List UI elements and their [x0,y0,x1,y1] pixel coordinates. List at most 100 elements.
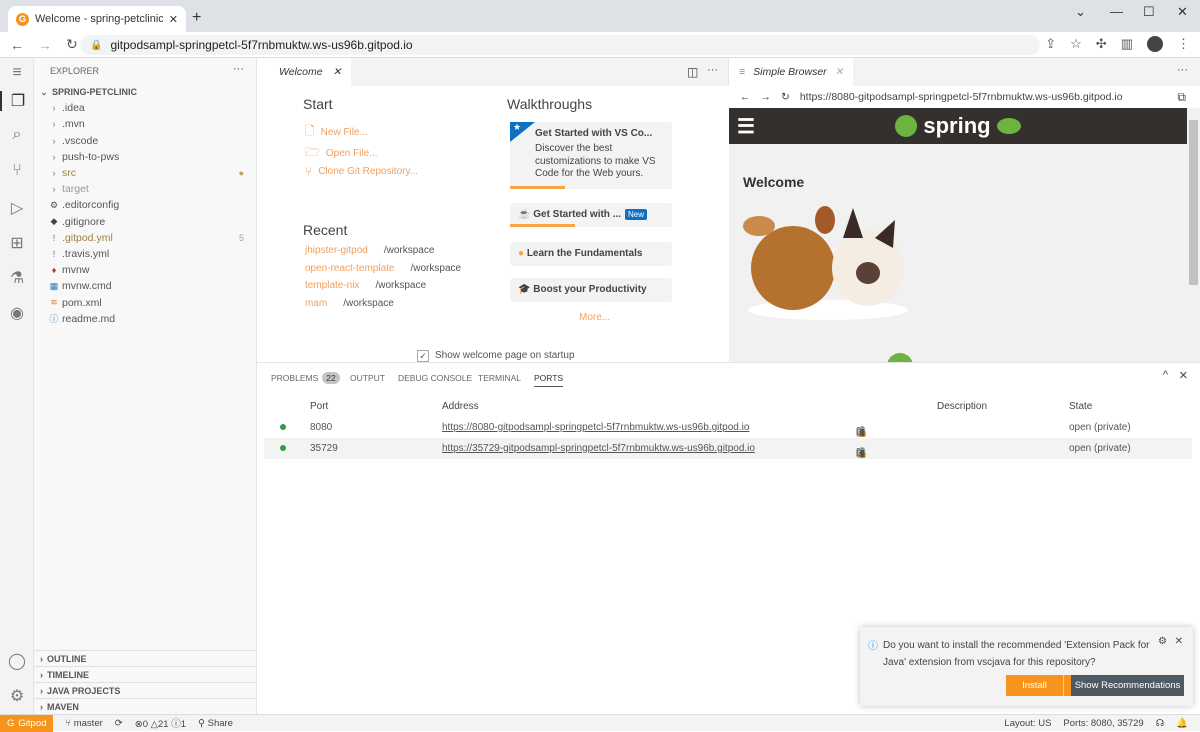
minimize-button[interactable]: — [1110,4,1123,19]
gitpod-button[interactable]: G Gitpod [0,714,54,732]
tab-simple-browser[interactable]: ≡ Simple Browser ✕ [729,58,854,86]
maximize-panel-icon[interactable]: ^ [1163,369,1168,381]
github-icon[interactable]: ◉ [0,303,34,323]
more-actions-icon[interactable]: ··· [1177,64,1188,76]
section-java-projects[interactable]: › JAVA PROJECTS [34,682,257,698]
more-actions-icon[interactable]: ··· [707,64,718,76]
reload-icon[interactable]: ↻ [781,91,790,103]
share-icon[interactable]: ⇪ [1045,36,1056,52]
section-outline[interactable]: › OUTLINE [34,650,257,666]
close-tab-icon[interactable]: ✕ [169,13,178,26]
more-actions-icon[interactable]: ··· [233,63,244,75]
tree-item[interactable]: › target [34,181,256,197]
simple-browser-url[interactable]: https://8080-gitpodsampl-springpetcl-5f7… [800,91,1123,103]
recent-item[interactable]: mam/workspace [305,298,394,309]
close-icon[interactable]: ✕ [333,66,342,78]
bookmark-star-icon[interactable]: ☆ [1070,36,1082,52]
show-on-startup[interactable]: ✓ Show welcome page on startup [417,350,575,362]
port-address-link[interactable]: https://35729-gitpodsampl-springpetcl-5f… [442,443,755,454]
forward-icon[interactable]: → [38,37,52,53]
tab-welcome[interactable]: Welcome ✕ [257,58,352,86]
checkbox-checked-icon[interactable]: ✓ [417,350,429,362]
tree-item[interactable]: › src ● [34,165,256,181]
problems-item[interactable]: ⊗0 △21 ⓘ1 [135,716,186,730]
explorer-icon[interactable]: ❐ [0,91,34,111]
url-bar[interactable]: 🔒 gitpodsampl-springpetcl-5f7rnbmuktw.ws… [80,35,1040,55]
extensions-puzzle-icon[interactable]: ✣ [1096,36,1107,52]
reload-icon[interactable]: ↻ [66,36,78,53]
notifications-bell-icon[interactable]: 🔔 [1176,718,1188,729]
recent-item[interactable]: template-nix/workspace [305,280,426,291]
walkthrough-productivity[interactable]: 🎓 Boost your Productivity [510,278,672,302]
tree-item[interactable]: › push-to-pws [34,149,256,165]
side-panel-icon[interactable]: ▥ [1121,36,1133,52]
tab-ports[interactable]: PORTS [534,373,564,387]
recent-item[interactable]: jhipster-gitpod/workspace [305,245,434,256]
search-icon[interactable]: ⌕ [0,126,34,144]
branch-item[interactable]: ⑂ master [65,718,102,729]
tree-item[interactable]: › .mvn [34,116,256,132]
split-editor-icon[interactable]: ◫ [687,65,698,79]
tab-problems[interactable]: PROBLEMS 22 [271,372,340,384]
keyboard-layout[interactable]: Layout: US [1004,718,1051,729]
profile-avatar[interactable] [1147,36,1163,52]
close-icon[interactable]: ✕ [835,66,844,78]
tree-item[interactable]: ⚙ .editorconfig [34,197,256,213]
forward-icon[interactable]: → [761,91,772,103]
close-icon[interactable]: ✕ [1175,636,1183,647]
port-row[interactable]: 8080 https://8080-gitpodsampl-springpetcl… [264,417,1192,438]
globe-icon[interactable]: ⊕ [856,448,868,459]
ports-item[interactable]: Ports: 8080, 35729 [1063,718,1143,729]
gear-icon[interactable]: ⚙ [1158,636,1167,647]
port-row[interactable]: 35729 https://35729-gitpodsampl-springpet… [264,438,1192,459]
workspace-root[interactable]: ⌄ SPRING-PETCLINIC [34,84,256,100]
tree-item[interactable]: ♦ mvnw [34,262,256,278]
account-icon[interactable]: ◯ [0,651,34,671]
tab-terminal[interactable]: TERMINAL [478,373,521,383]
scrollbar-thumb[interactable] [1189,120,1198,285]
clone-repo-link[interactable]: ⑂ Clone Git Repository... [305,164,418,178]
open-external-icon[interactable]: ⧉ [1177,90,1186,105]
tree-item[interactable]: › .vscode [34,133,256,149]
settings-icon[interactable]: ⚙ [0,686,34,706]
menu-icon[interactable]: ≡ [0,64,34,82]
feedback-icon[interactable]: ☊ [1156,718,1164,729]
testing-icon[interactable]: ⚗ [0,268,34,288]
hamburger-menu-icon[interactable]: ☰ [737,114,755,139]
back-icon[interactable]: ← [740,91,751,103]
tree-item[interactable]: ⓘ readme.md [34,311,256,327]
sync-icon[interactable]: ⟳ [115,718,123,729]
install-button[interactable]: Install [1006,675,1064,696]
tree-item[interactable]: › .idea [34,100,256,116]
walkthrough-get-started-vscode[interactable]: ★ Get Started with VS Co... Discover the… [510,122,672,189]
browser-tab[interactable]: G Welcome - spring-petclinic - Gitpod ✕ [8,6,186,32]
run-debug-icon[interactable]: ▷ [0,198,34,218]
tree-item[interactable]: ◆ .gitignore [34,214,256,230]
tree-item[interactable]: ! .travis.yml [34,246,256,262]
tab-search-icon[interactable]: ⌄ [1075,4,1086,20]
maximize-button[interactable]: ☐ [1143,4,1155,20]
walkthrough-fundamentals[interactable]: ● Learn the Fundamentals [510,242,672,266]
page-scrollbar[interactable] [1187,108,1200,362]
globe-icon[interactable]: ⊕ [856,427,868,438]
tree-item[interactable]: ! .gitpod.yml 5 [34,230,256,246]
tree-item[interactable]: ▦ mvnw.cmd [34,278,256,294]
close-panel-icon[interactable]: ✕ [1179,369,1188,382]
more-walkthroughs-link[interactable]: More... [579,312,610,323]
new-tab-button[interactable]: + [192,9,201,27]
tab-output[interactable]: OUTPUT [350,373,385,383]
port-address-link[interactable]: https://8080-gitpodsampl-springpetcl-5f7… [442,422,749,433]
source-control-icon[interactable]: ⑂ [0,162,34,180]
section-maven[interactable]: › MAVEN [34,698,257,714]
extensions-icon[interactable]: ⊞ [0,233,34,253]
new-file-link[interactable]: 🗋 New File... [305,122,368,143]
browser-menu-icon[interactable]: ⋮ [1177,36,1190,52]
section-timeline[interactable]: › TIMELINE [34,666,257,682]
open-file-link[interactable]: 🗁 Open File... [305,143,378,164]
tree-item[interactable]: ≋ pom.xml [34,294,256,310]
share-item[interactable]: ⚲ Share [198,718,233,729]
show-recommendations-button[interactable]: Show Recommendations [1071,675,1184,696]
back-icon[interactable]: ← [10,37,24,53]
recent-item[interactable]: open-react-template/workspace [305,263,461,274]
tab-debug-console[interactable]: DEBUG CONSOLE [398,373,472,383]
